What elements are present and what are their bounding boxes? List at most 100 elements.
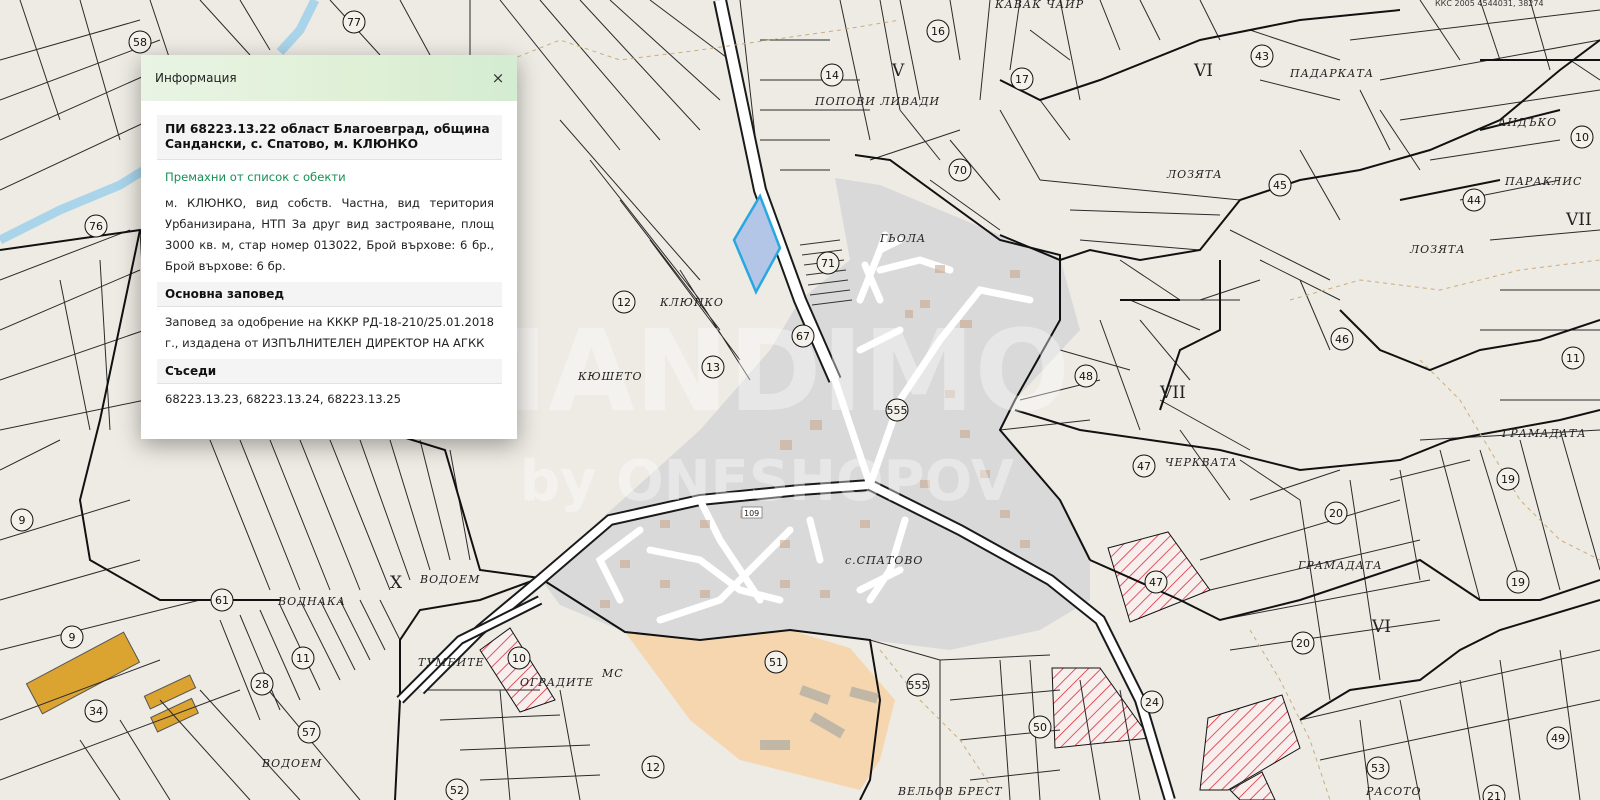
parcel-number: 47 — [1137, 460, 1151, 473]
parcel-number-marker: 16 — [926, 19, 950, 43]
parcel-number-marker: 77 — [342, 10, 366, 34]
order-heading: Основна заповед — [157, 282, 502, 307]
parcel-number-marker: 67 — [791, 324, 815, 348]
parcel-number-marker: 50 — [1028, 715, 1052, 739]
label-popovi-livadi: ПОПОВИ ЛИВАДИ — [814, 95, 940, 108]
parcel-number-marker: 53 — [1366, 756, 1390, 780]
parcel-number-marker: 61 — [210, 588, 234, 612]
label-vodoem: ВОДОЕМ — [419, 573, 480, 586]
parcel-number: 9 — [19, 514, 26, 527]
parcel-number: 48 — [1079, 370, 1093, 383]
watermark-line2: by ONESHOPOV — [520, 449, 1015, 514]
parcel-number-marker: 9 — [10, 508, 34, 532]
parcel-number-marker: 20 — [1324, 501, 1348, 525]
label-gyola: ГЬОЛА — [879, 232, 926, 245]
numeral-V: V — [891, 61, 905, 81]
parcel-number-marker: 44 — [1462, 188, 1486, 212]
parcel-number: 67 — [796, 330, 810, 343]
label-kavak-chair: КАВАК ЧАЙР — [994, 0, 1084, 11]
parcel-number: 9 — [69, 631, 76, 644]
parcel-number-marker: 555 — [906, 673, 930, 697]
parcel-number: 17 — [1015, 73, 1029, 86]
parcel-number: 11 — [296, 652, 310, 665]
label-andako: АНДЪКО — [1497, 116, 1557, 129]
remove-from-list-link[interactable]: Премахни от список с обекти — [157, 160, 502, 188]
parcel-number: 45 — [1273, 179, 1287, 192]
parcel-number: 20 — [1296, 637, 1310, 650]
parcel-number: 44 — [1467, 194, 1481, 207]
parcel-number: 46 — [1335, 333, 1349, 346]
info-panel-body: ПИ 68223.13.22 област Благоевград, общин… — [141, 101, 517, 415]
parcel-number-marker: 19 — [1506, 570, 1530, 594]
parcel-number-marker: 12 — [641, 755, 665, 779]
parcel-number: 70 — [953, 164, 967, 177]
parcel-number-marker: 76 — [84, 214, 108, 238]
parcel-number-marker: 555 — [885, 398, 909, 422]
parcel-number: 13 — [706, 361, 720, 374]
parcel-number-marker: 51 — [764, 650, 788, 674]
info-panel-header: Информация × — [141, 55, 517, 101]
parcel-number-marker: 9 — [60, 625, 84, 649]
label-vodnaka: ВОДНАКА — [277, 595, 346, 608]
label-klyunko: КЛЮНКО — [659, 296, 724, 309]
numeral-X: X — [390, 573, 403, 593]
label-tumbite: ТУМБИТЕ — [418, 656, 485, 669]
neighbors-heading: Съседи — [157, 359, 502, 384]
parcel-number: 19 — [1511, 576, 1525, 589]
numeral-VII-mid: VII — [1159, 383, 1186, 403]
label-ms: МС — [601, 667, 624, 680]
parcel-number-marker: 19 — [1496, 467, 1520, 491]
numeral-VI-right: VI — [1371, 617, 1391, 637]
parcel-number-marker: 34 — [84, 699, 108, 723]
parcel-number-marker: 70 — [948, 158, 972, 182]
parcel-number: 24 — [1145, 696, 1159, 709]
parcel-number-marker: 47 — [1132, 454, 1156, 478]
parcel-number-marker: 12 — [612, 290, 636, 314]
parcel-number: 34 — [89, 705, 103, 718]
parcel-number-marker: 11 — [291, 646, 315, 670]
numeral-VI-top: VI — [1193, 61, 1213, 81]
label-veldyo-brest: ВЕЛЬОВ БРЕСТ — [897, 785, 1003, 798]
label-lozyata: ЛОЗЯТА — [1166, 168, 1223, 181]
parcel-number: 58 — [133, 36, 147, 49]
label-vodoem-2: ВОДОЕМ — [261, 757, 322, 770]
parcel-number-marker: 45 — [1268, 173, 1292, 197]
parcel-number: 51 — [769, 656, 783, 669]
parcel-number-marker: 71 — [816, 251, 840, 275]
parcel-number-marker: 17 — [1010, 67, 1034, 91]
parcel-number-marker: 43 — [1250, 44, 1274, 68]
parcel-number: 14 — [825, 69, 839, 82]
parcel-number: 61 — [215, 594, 229, 607]
parcel-number: 10 — [512, 652, 526, 665]
parcel-number-marker: 13 — [701, 355, 725, 379]
parcel-number: 52 — [450, 784, 464, 797]
parcel-number-marker: 52 — [445, 778, 469, 800]
parcel-number: 11 — [1566, 352, 1580, 365]
label-lozyata-2: ЛОЗЯТА — [1409, 243, 1466, 256]
parcel-number: 12 — [617, 296, 631, 309]
label-kyusheto: КЮШЕТО — [577, 370, 643, 383]
parcel-number-marker: 28 — [250, 672, 274, 696]
parcel-number: 28 — [255, 678, 269, 691]
label-ogradite: ОГРАДИТЕ — [520, 676, 594, 689]
neighbors-text: 68223.13.23, 68223.13.24, 68223.13.25 — [165, 392, 402, 406]
parcel-number: 76 — [89, 220, 103, 233]
info-panel-title: Информация — [155, 71, 237, 85]
info-panel: Информация × ПИ 68223.13.22 област Благо… — [141, 55, 517, 439]
parcel-number-marker: 46 — [1330, 327, 1354, 351]
parcel-number-marker: 20 — [1291, 631, 1315, 655]
parcel-number: 47 — [1149, 576, 1163, 589]
parcel-number-marker: 11 — [1561, 346, 1585, 370]
close-icon[interactable]: × — [490, 69, 506, 87]
parcel-number-marker: 10 — [1570, 125, 1594, 149]
parcel-number: 71 — [821, 257, 835, 270]
parcel-number: 20 — [1329, 507, 1343, 520]
label-gramadata: ГРАМАДАТА — [1501, 427, 1587, 440]
parcel-number-marker: 48 — [1074, 364, 1098, 388]
parcel-number: 16 — [931, 25, 945, 38]
label-code: ККС 2005 4544031, 38274 — [1435, 0, 1544, 8]
parcel-number: 57 — [302, 726, 316, 739]
road-number-label: 109 — [744, 509, 759, 518]
label-gramadata-2: ГРАМАДАТА — [1297, 559, 1383, 572]
parcel-number-marker: 14 — [820, 63, 844, 87]
